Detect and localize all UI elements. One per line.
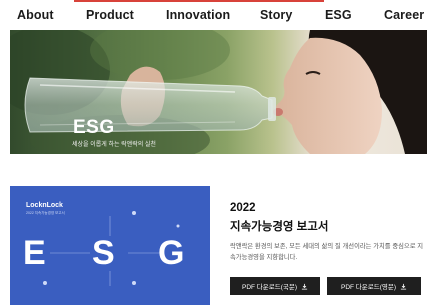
pdf-download-english-label: PDF 다운로드(영문) bbox=[340, 284, 396, 291]
nav-item-about[interactable]: About bbox=[17, 8, 54, 22]
report-description: 락앤락은 환경의 보존, 모든 세대의 삶의 질 개선이라는 가치를 중심으로 … bbox=[230, 243, 424, 261]
nav-item-career[interactable]: Career bbox=[384, 8, 424, 22]
letter-s: S bbox=[92, 234, 115, 272]
nav-item-esg[interactable]: ESG bbox=[325, 8, 352, 22]
letter-g: G bbox=[158, 234, 185, 272]
report-cover-image[interactable]: LocknLock 2022 지속가능경영 보고서 E S G bbox=[10, 186, 210, 305]
download-icon bbox=[301, 283, 308, 290]
hero-banner: ESG 세상을 이롭게 하는 락앤락의 실천 bbox=[10, 30, 427, 154]
nav-item-story[interactable]: Story bbox=[260, 8, 292, 22]
top-accent-line bbox=[74, 0, 324, 2]
hero-subtitle: 세상을 이롭게 하는 락앤락의 실천 bbox=[72, 142, 156, 148]
pdf-download-english-button[interactable]: PDF 다운로드(영문) bbox=[327, 277, 421, 295]
letter-e: E bbox=[23, 234, 46, 272]
nav-item-product[interactable]: Product bbox=[86, 8, 134, 22]
main-nav: About Product Innovation Story ESG Caree… bbox=[0, 8, 427, 30]
pdf-download-korean-label: PDF 다운로드(국문) bbox=[241, 284, 297, 291]
download-icon bbox=[400, 283, 407, 290]
report-brand-sub: 2022 지속가능경영 보고서 bbox=[26, 211, 65, 215]
report-brand: LocknLock bbox=[26, 202, 63, 209]
hero-title: ESG bbox=[73, 117, 115, 138]
pdf-download-korean-button[interactable]: PDF 다운로드(국문) bbox=[230, 277, 320, 295]
report-year: 2022 bbox=[230, 202, 256, 214]
report-title: 지속가능경영 보고서 bbox=[230, 221, 329, 233]
nav-item-innovation[interactable]: Innovation bbox=[166, 8, 230, 22]
